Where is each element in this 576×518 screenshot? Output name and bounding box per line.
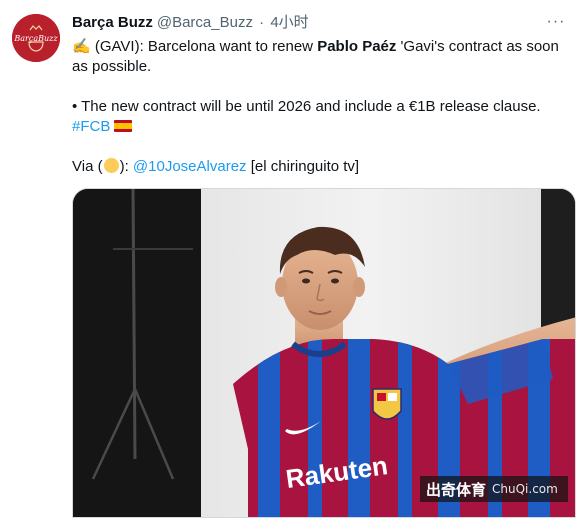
- tweet-media-photo[interactable]: Rakuten: [72, 188, 576, 518]
- tweet-card[interactable]: BarçaBuzz Barça Buzz @Barca_Buzz · 4小时 ··…: [0, 0, 576, 518]
- hashtag-line: #FCB: [72, 117, 562, 137]
- line1-prefix: (GAVI): Barcelona want to renew: [94, 38, 318, 55]
- writing-hand-icon: ✍️: [72, 38, 91, 55]
- more-options-label: ···: [546, 13, 566, 30]
- mention-link[interactable]: @10JoseAlvarez: [133, 158, 247, 175]
- via-prefix: Via (: [72, 158, 103, 175]
- line1-bold-name: Pablo Paéz: [317, 38, 397, 55]
- spain-flag-icon: [114, 120, 133, 132]
- avatar[interactable]: BarçaBuzz: [12, 14, 60, 62]
- yellow-circle-icon: [103, 158, 119, 173]
- via-mid: ):: [119, 158, 133, 175]
- via-line: Via (): @10JoseAlvarez [el chiringuito t…: [72, 157, 562, 177]
- watermark-cn: 出奇体育: [426, 480, 487, 499]
- hashtag-link[interactable]: #FCB: [72, 118, 110, 135]
- more-options-icon[interactable]: ···: [544, 10, 568, 34]
- via-suffix: [el chiringuito tv]: [246, 158, 360, 175]
- display-name[interactable]: Barça Buzz: [72, 14, 153, 31]
- watermark: 出奇体育 ChuQi.com: [420, 476, 568, 502]
- tweet-line-2: • The new contract will be until 2026 an…: [72, 98, 541, 115]
- tweet-header: Barça Buzz @Barca_Buzz · 4小时: [72, 13, 536, 33]
- avatar-logo-icon: BarçaBuzz: [12, 14, 60, 62]
- player-photo: Rakuten: [73, 189, 575, 517]
- user-handle[interactable]: @Barca_Buzz: [157, 14, 253, 31]
- tweet-text: ✍️ (GAVI): Barcelona want to renew Pablo…: [72, 37, 562, 177]
- tweet-line-1: ✍️ (GAVI): Barcelona want to renew Pablo…: [72, 37, 562, 77]
- separator-dot: ·: [259, 14, 265, 31]
- timestamp[interactable]: 4小时: [270, 14, 308, 31]
- watermark-en: ChuQi.com: [492, 482, 558, 496]
- avatar-text: BarçaBuzz: [13, 34, 58, 43]
